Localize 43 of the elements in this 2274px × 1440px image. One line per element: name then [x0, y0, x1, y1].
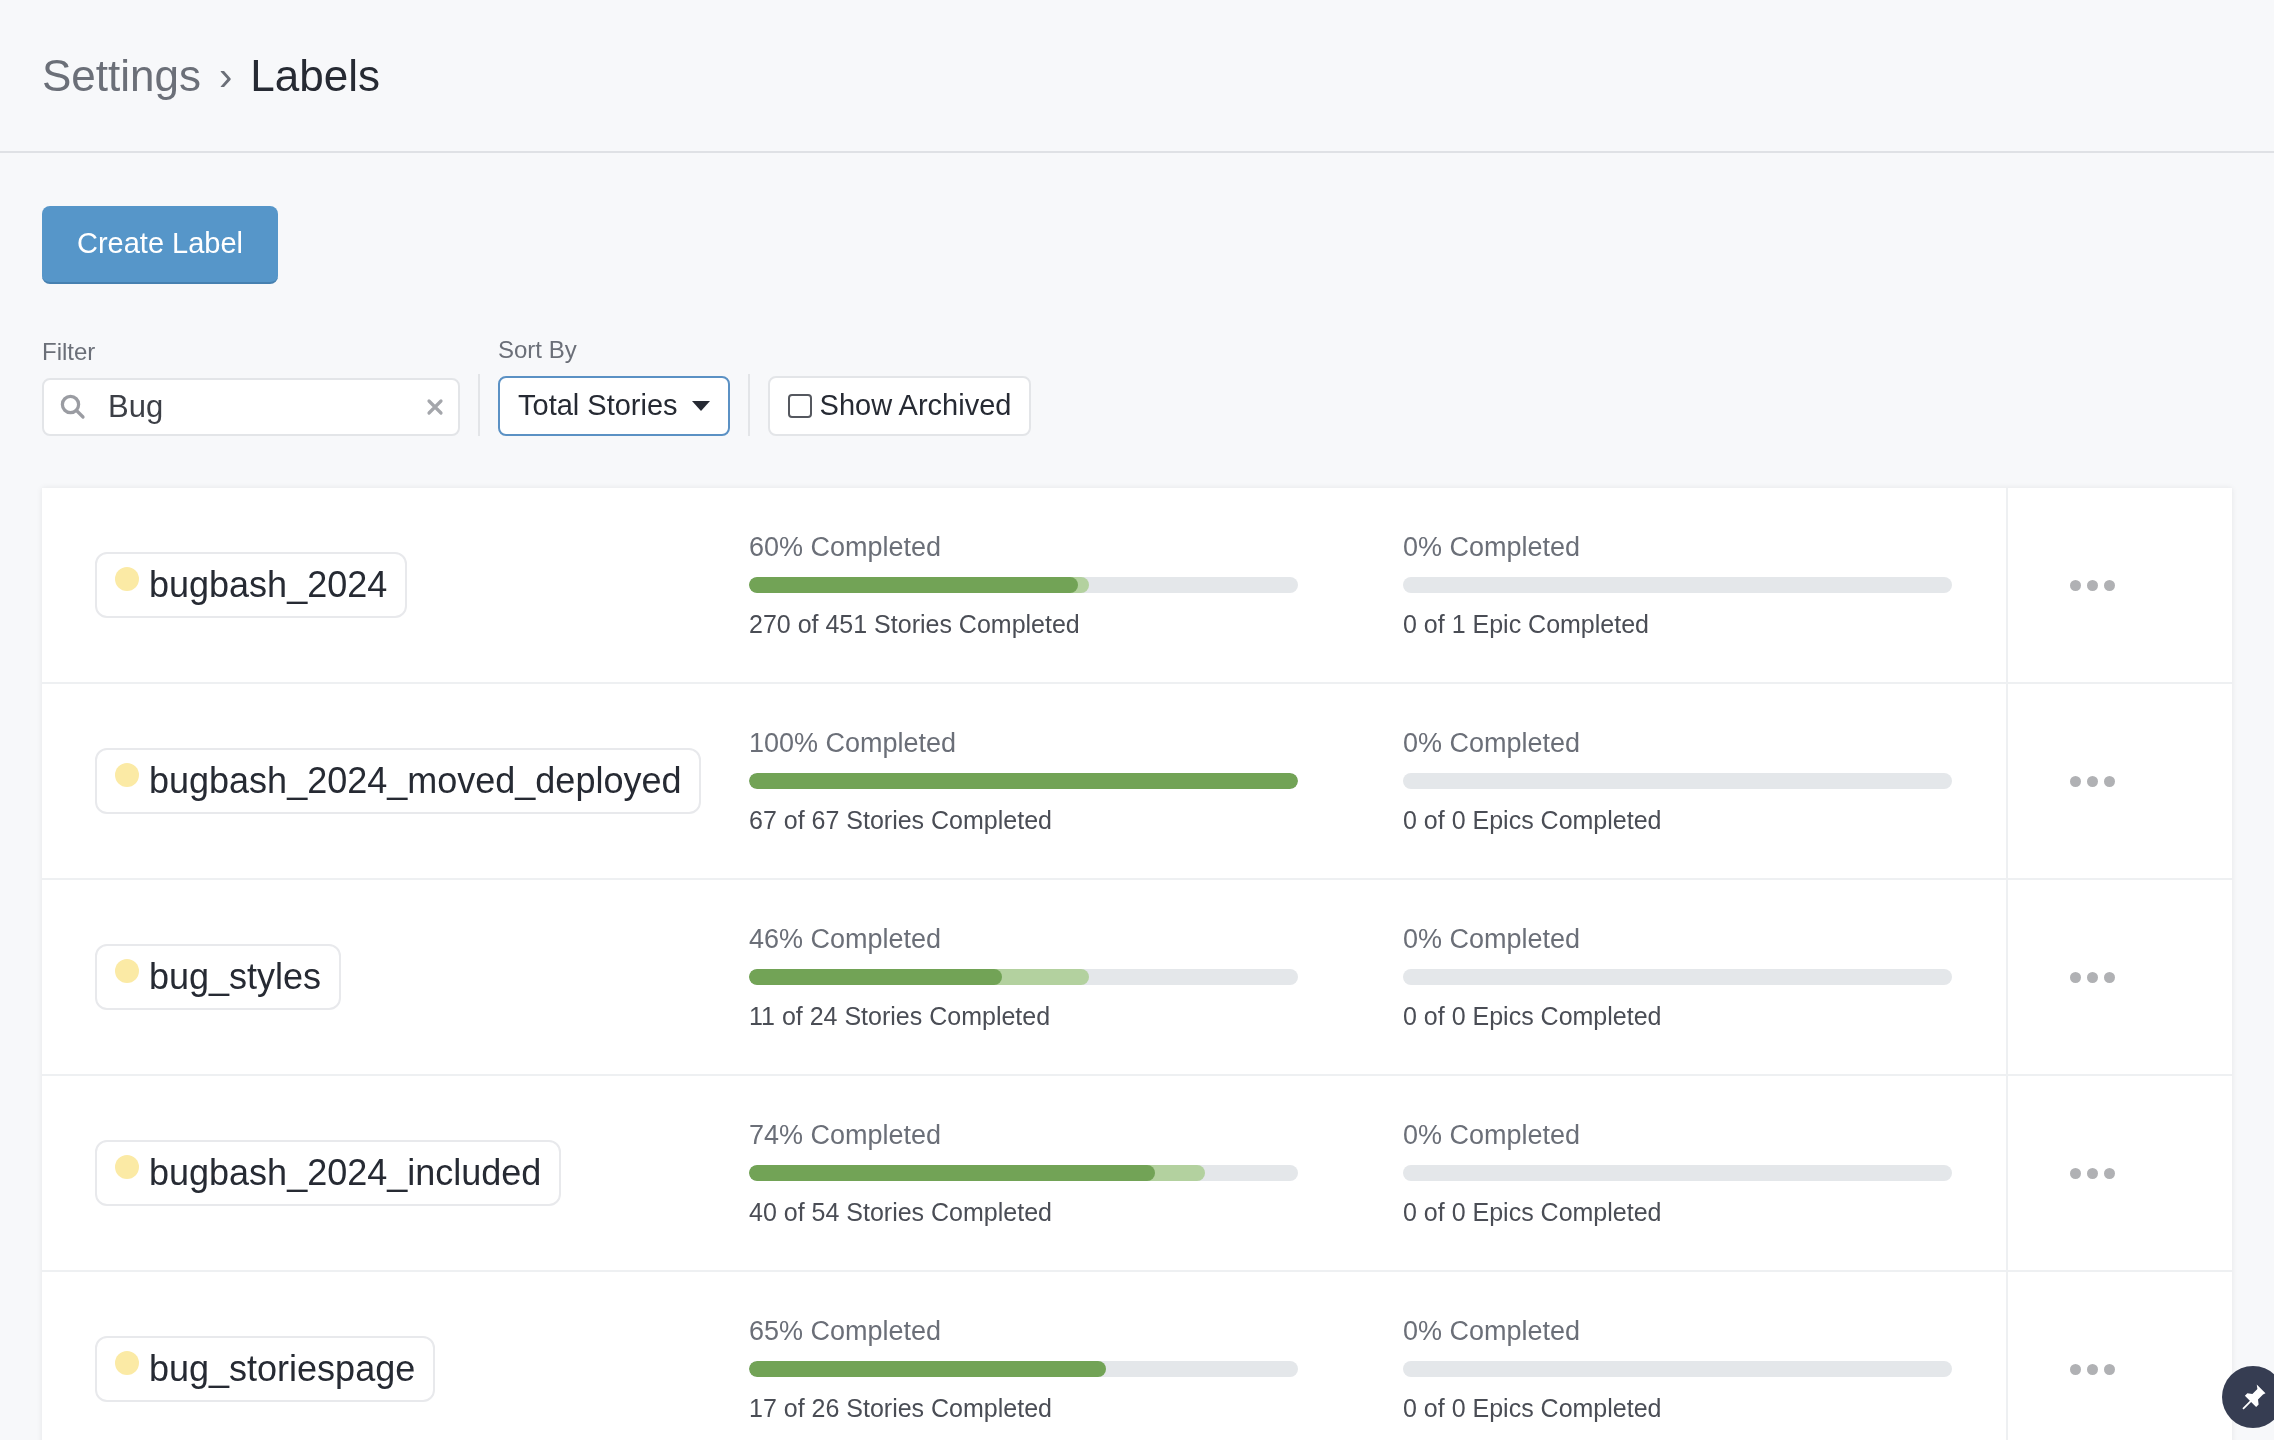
sort-dropdown[interactable]: Total Stories: [498, 376, 730, 436]
progress-heading: 46% Completed: [749, 923, 943, 956]
label-name: bug_styles: [149, 955, 322, 999]
progress-heading: 0% Completed: [1403, 1315, 1582, 1348]
progress-summary: 270 of 451 Stories Completed: [749, 609, 1081, 640]
label-name: bugbash_2024: [149, 563, 388, 607]
filter-label: Filter: [42, 337, 97, 367]
progress-summary: 17 of 26 Stories Completed: [749, 1393, 1053, 1424]
breadcrumb-separator: ›: [219, 52, 233, 100]
progress-summary: 0 of 0 Epics Completed: [1403, 1197, 1663, 1228]
progress-summary: 0 of 1 Epic Completed: [1403, 609, 1650, 640]
clear-icon[interactable]: [426, 398, 444, 416]
progress-heading: 74% Completed: [749, 1119, 943, 1152]
progress-heading: 100% Completed: [749, 727, 958, 760]
caret-icon: [691, 401, 710, 411]
label-chip[interactable]: bug_storiespage: [95, 1336, 436, 1402]
progress-summary: 0 of 0 Epics Completed: [1403, 1393, 1663, 1424]
progress-heading: 65% Completed: [749, 1315, 943, 1348]
checkbox[interactable]: [787, 394, 812, 418]
progress-heading: 0% Completed: [1403, 727, 1582, 760]
progress-heading: 0% Completed: [1403, 923, 1582, 956]
progress-summary: 40 of 54 Stories Completed: [749, 1197, 1053, 1228]
progress-summary: 11 of 24 Stories Completed: [749, 1001, 1052, 1032]
label-chip[interactable]: bugbash_2024: [95, 552, 408, 618]
page-title: Labels: [250, 49, 380, 102]
breadcrumb-link[interactable]: Settings: [42, 42, 201, 109]
progress-heading: 60% Completed: [749, 531, 943, 564]
label-chip[interactable]: bugbash_2024_included: [95, 1140, 562, 1206]
progress-summary: 0 of 0 Epics Completed: [1403, 1001, 1663, 1032]
label-name: bugbash_2024_included: [149, 1151, 542, 1195]
filter-field[interactable]: Bug: [42, 378, 460, 436]
sort-label: Sort By: [498, 335, 578, 365]
progress-summary: 67 of 67 Stories Completed: [749, 805, 1053, 836]
progress-summary: 0 of 0 Epics Completed: [1403, 805, 1663, 836]
filter-value: Bug: [108, 387, 165, 426]
show-archived-toggle[interactable]: Show Archived: [767, 376, 1032, 436]
progress-heading: 0% Completed: [1403, 531, 1582, 564]
label-name: bug_storiespage: [149, 1347, 416, 1391]
pin-button[interactable]: [2222, 1366, 2274, 1428]
label-name: bugbash_2024_moved_deployed: [149, 759, 682, 803]
label-chip[interactable]: bug_styles: [95, 944, 342, 1010]
progress-heading: 0% Completed: [1403, 1119, 1582, 1152]
label-chip[interactable]: bugbash_2024_moved_deployed: [95, 748, 702, 814]
